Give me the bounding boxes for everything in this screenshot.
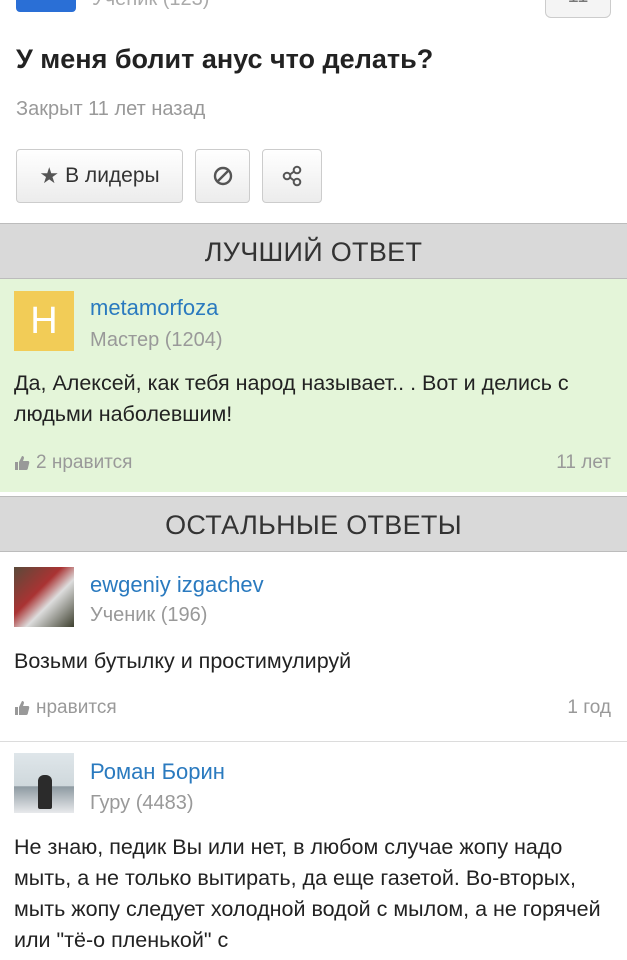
- answer-age: 1 год: [567, 697, 611, 718]
- question-title: У меня болит анус что делать?: [16, 44, 434, 74]
- answers-count-button[interactable]: 11: [545, 0, 611, 18]
- answer-text: Возьми бутылку и простимулируй: [14, 649, 352, 673]
- star-icon: ★: [39, 163, 60, 188]
- thumbs-up-icon: [15, 701, 30, 715]
- answer-author-rank: Гуру (4483): [90, 792, 194, 814]
- like-button[interactable]: нравится: [14, 697, 117, 719]
- answer-author-rank: Ученик (196): [90, 604, 208, 626]
- like-count: 2 нравится: [36, 452, 133, 473]
- answer-author-name[interactable]: Роман Борин: [90, 759, 225, 785]
- answer-text: Не знаю, педик Вы или нет, в любом случа…: [14, 835, 601, 952]
- question-status: Закрыт 11 лет назад: [16, 98, 206, 120]
- answer-author-name[interactable]: metamorfoza: [90, 295, 218, 321]
- to-leaders-label: В лидеры: [65, 164, 160, 187]
- list-item: ewgeniy izgachev Ученик (196) Возьми бут…: [0, 552, 627, 742]
- answer-author-rank: Мастер (1204): [90, 329, 223, 351]
- like-label: нравится: [36, 697, 117, 718]
- share-icon: [282, 165, 302, 187]
- thumbs-up-icon: [15, 456, 30, 470]
- best-answer-header: ЛУЧШИЙ ОТВЕТ: [0, 223, 627, 279]
- share-button[interactable]: [262, 149, 322, 203]
- avatar[interactable]: H: [14, 291, 74, 351]
- answer-author-name[interactable]: ewgeniy izgachev: [90, 572, 264, 598]
- asker-rank: Ученик (123): [92, 0, 209, 11]
- answer-text: Да, Алексей, как тебя народ называет.. .…: [14, 371, 569, 426]
- like-button[interactable]: 2 нравится: [14, 452, 132, 474]
- asker-avatar[interactable]: [16, 0, 76, 12]
- best-answer: H metamorfoza Мастер (1204) Да, Алексей,…: [0, 279, 627, 492]
- report-button[interactable]: [195, 149, 250, 203]
- list-item: Роман Борин Гуру (4483) Не знаю, педик В…: [0, 742, 627, 960]
- to-leaders-button[interactable]: ★ В лидеры: [16, 149, 183, 203]
- other-answers-header: ОСТАЛЬНЫЕ ОТВЕТЫ: [0, 496, 627, 552]
- avatar[interactable]: [14, 567, 74, 627]
- answer-age: 11 лет: [556, 452, 611, 473]
- top-bar: Ученик (123) 11: [0, 0, 627, 18]
- avatar[interactable]: [14, 753, 74, 813]
- block-icon: [213, 166, 232, 186]
